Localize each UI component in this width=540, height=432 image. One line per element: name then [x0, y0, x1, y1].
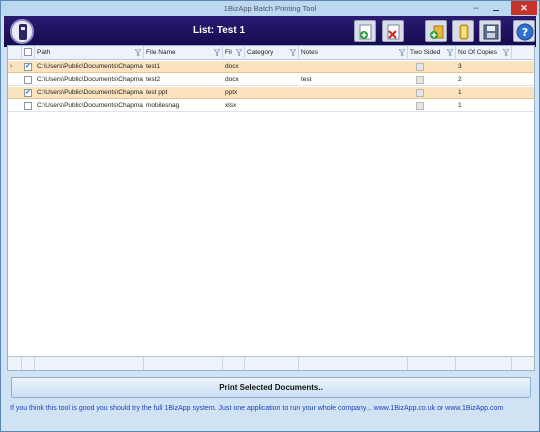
- list-title: List: Test 1: [192, 25, 246, 36]
- cell-notes[interactable]: test: [299, 74, 408, 86]
- cell-notes[interactable]: [299, 100, 408, 112]
- column-header-label: Notes: [301, 49, 318, 56]
- filter-icon[interactable]: [399, 49, 405, 56]
- table-row[interactable]: C:\Users\Public\Documents\Chapma mobilesn…: [8, 100, 534, 112]
- folder-plus-icon: [430, 25, 444, 39]
- cell-file-name[interactable]: test2: [144, 74, 223, 86]
- help-button[interactable]: ?: [513, 20, 535, 42]
- promo-text: If you think this tool is good you shoul…: [10, 405, 504, 412]
- two-sided-checkbox[interactable]: [416, 89, 424, 97]
- cell-ext[interactable]: xlsx: [223, 100, 245, 112]
- column-header-extension[interactable]: Fil: [223, 46, 245, 60]
- cell-file-name[interactable]: test ppt: [144, 87, 223, 99]
- cell-ext[interactable]: docx: [223, 61, 245, 73]
- column-header-label: Fil: [225, 49, 232, 56]
- remove-document-button[interactable]: [382, 20, 404, 42]
- bin-icon: [459, 24, 469, 40]
- add-folder-button[interactable]: [425, 20, 447, 42]
- row-select-checkbox[interactable]: [24, 76, 32, 84]
- column-header-path[interactable]: Path: [35, 46, 144, 60]
- svg-text:?: ?: [522, 26, 528, 39]
- column-header-category[interactable]: Category: [245, 46, 299, 60]
- cell-notes[interactable]: [299, 87, 408, 99]
- filter-icon[interactable]: [290, 49, 296, 56]
- cell-category[interactable]: [245, 74, 299, 86]
- cell-copies[interactable]: 1: [456, 100, 512, 112]
- question-icon: ?: [516, 23, 534, 41]
- clear-button[interactable]: [452, 20, 474, 42]
- column-header-label: Path: [37, 49, 51, 56]
- minimize-button[interactable]: [491, 3, 501, 13]
- column-header-label: No Of Copies: [458, 49, 498, 56]
- document-x-icon: [387, 24, 400, 40]
- cell-file-name[interactable]: mobilesnag: [144, 100, 223, 112]
- column-header-copies[interactable]: No Of Copies: [456, 46, 512, 60]
- cell-notes[interactable]: [299, 61, 408, 73]
- row-select-checkbox[interactable]: [24, 102, 32, 110]
- cell-copies[interactable]: 1: [456, 87, 512, 99]
- cell-category[interactable]: [245, 87, 299, 99]
- documents-grid: Path File Name Fil Category Notes Two Si…: [7, 45, 535, 371]
- cell-ext[interactable]: docx: [223, 74, 245, 86]
- cell-copies[interactable]: 2: [456, 74, 512, 86]
- column-header-notes[interactable]: Notes: [299, 46, 408, 60]
- resize-icon[interactable]: ⇔: [471, 3, 481, 13]
- cell-category[interactable]: [245, 61, 299, 73]
- app-logo: [10, 19, 34, 44]
- current-row-indicator-icon: ›: [10, 63, 13, 70]
- grid-footer: [8, 356, 534, 370]
- row-indicator-header: [8, 46, 22, 60]
- list-header: List: Test 1 ?: [4, 16, 536, 47]
- filter-icon[interactable]: [447, 49, 453, 56]
- print-selected-button[interactable]: Print Selected Documents..: [11, 377, 531, 398]
- row-select-checkbox[interactable]: [24, 88, 32, 97]
- select-all-checkbox[interactable]: [24, 48, 32, 56]
- two-sided-checkbox[interactable]: [416, 76, 424, 84]
- title-bar[interactable]: 1BizApp Batch Printing Tool ⇔ ✕: [1, 1, 539, 16]
- cell-path[interactable]: C:\Users\Public\Documents\Chapma: [35, 100, 144, 112]
- cell-path[interactable]: C:\Users\Public\Documents\Chapma: [35, 87, 144, 99]
- select-all-header[interactable]: [22, 46, 35, 60]
- cell-category[interactable]: [245, 100, 299, 112]
- save-button[interactable]: [479, 20, 501, 42]
- window-title: 1BizApp Batch Printing Tool: [223, 4, 317, 13]
- two-sided-checkbox[interactable]: [416, 63, 424, 71]
- column-header-file-name[interactable]: File Name: [144, 46, 223, 60]
- grid-header: Path File Name Fil Category Notes Two Si…: [8, 46, 534, 60]
- table-row[interactable]: C:\Users\Public\Documents\Chapmatest ppt…: [8, 87, 534, 99]
- column-header-label: Two Sided: [410, 49, 441, 56]
- floppy-disk-icon: [483, 24, 499, 40]
- filter-icon[interactable]: [503, 49, 509, 56]
- cell-file-name[interactable]: test1: [144, 61, 223, 73]
- table-row[interactable]: C:\Users\Public\Documents\Chapma test2 doc…: [8, 74, 534, 86]
- column-header-label: Category: [247, 49, 274, 56]
- document-plus-icon: [359, 24, 372, 40]
- filter-icon[interactable]: [214, 49, 220, 56]
- column-header-two-sided[interactable]: Two Sided: [408, 46, 456, 60]
- two-sided-checkbox[interactable]: [416, 102, 424, 110]
- filter-icon[interactable]: [135, 49, 141, 56]
- cell-path[interactable]: C:\Users\Public\Documents\Chapma: [35, 61, 144, 73]
- close-button[interactable]: ✕: [511, 1, 537, 15]
- add-document-button[interactable]: [354, 20, 376, 42]
- table-row[interactable]: › C:\Users\Public\Documents\Chapmatest1do…: [8, 61, 534, 73]
- cell-ext[interactable]: pptx: [223, 87, 245, 99]
- cell-path[interactable]: C:\Users\Public\Documents\Chapma: [35, 74, 144, 86]
- cell-copies[interactable]: 3: [456, 61, 512, 73]
- app-window: 1BizApp Batch Printing Tool ⇔ ✕ List: Te…: [0, 0, 540, 432]
- row-select-checkbox[interactable]: [24, 62, 32, 71]
- column-header-label: File Name: [146, 49, 176, 56]
- filter-icon[interactable]: [236, 49, 242, 56]
